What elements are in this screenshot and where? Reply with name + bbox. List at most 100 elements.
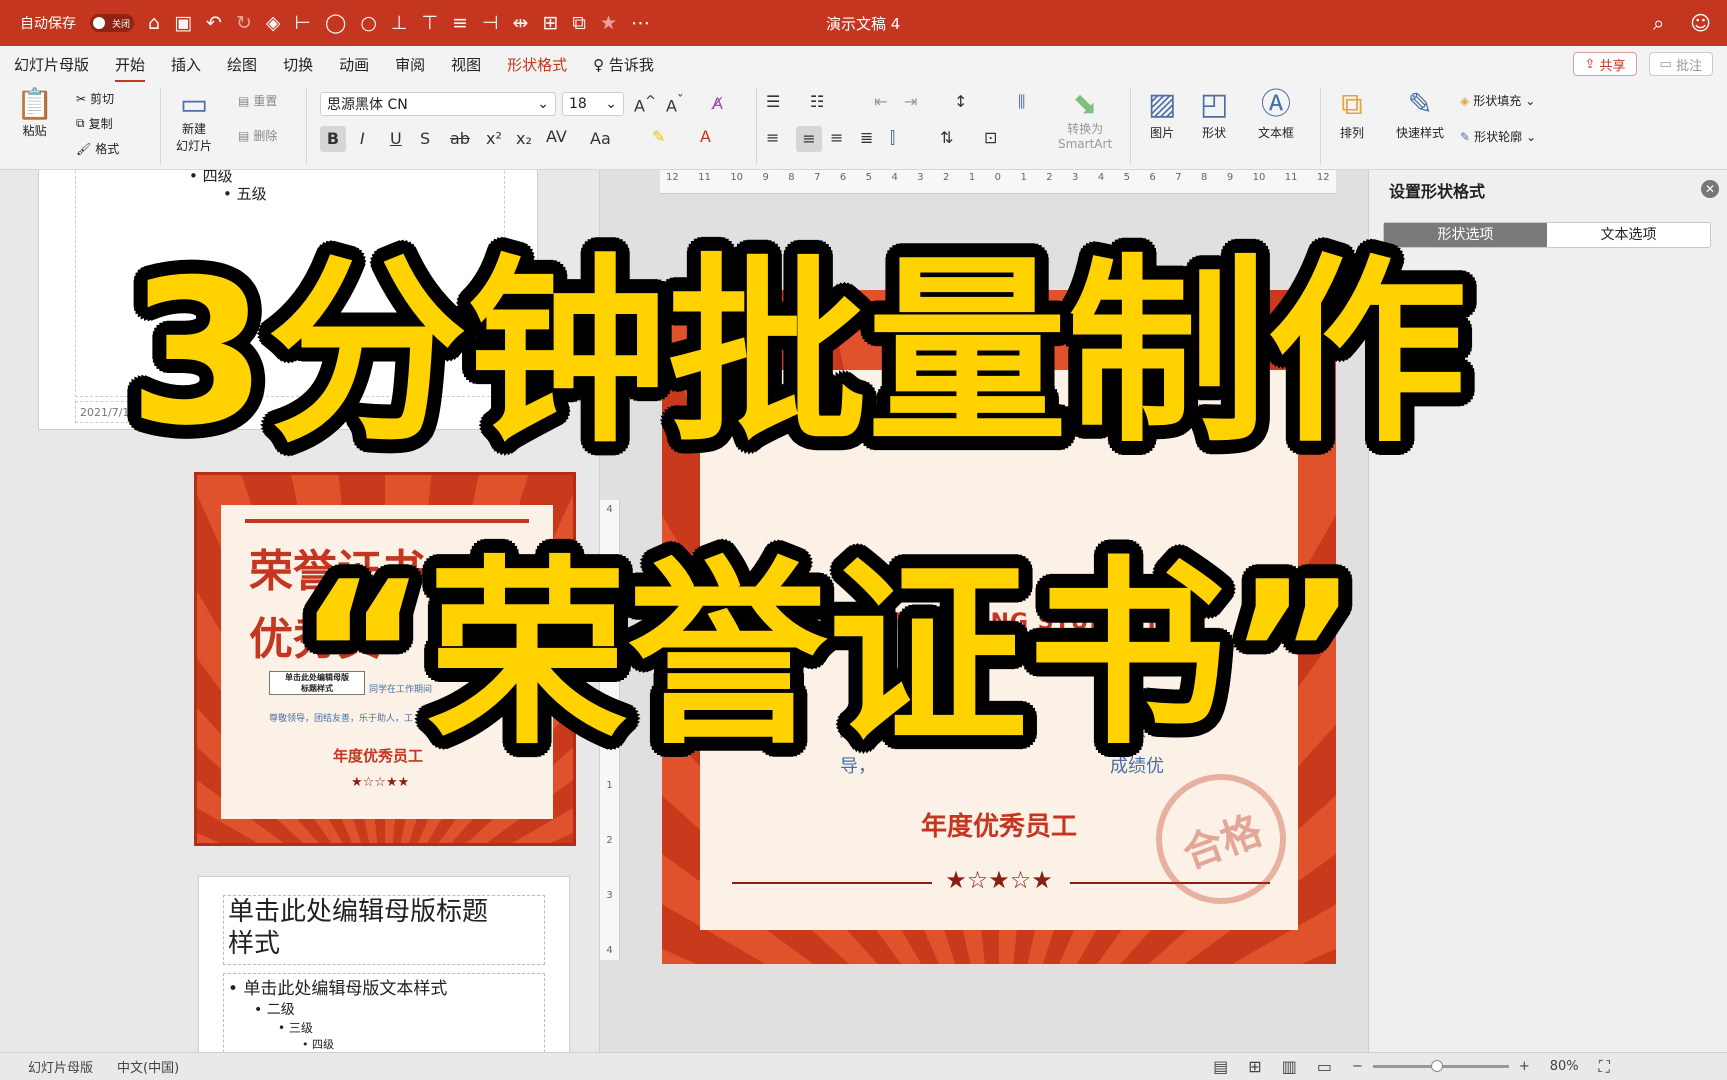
tab-text-options[interactable]: 文本选项	[1547, 223, 1710, 247]
line-spacing-icon[interactable]: ↕	[954, 92, 967, 111]
columns-icon[interactable]: ⫼	[1018, 92, 1025, 112]
shape-button[interactable]: ◰ 形状	[1200, 90, 1228, 141]
slide-sorter-icon[interactable]: ⊞	[1248, 1057, 1261, 1076]
align-left-text-icon[interactable]: ≡	[766, 128, 779, 147]
thumbnail-master[interactable]: 单击此处编辑母版标题 样式 • 单击此处编辑母版文本样式 • 二级 • 三级 •…	[198, 876, 570, 1052]
search-icon[interactable]: ⌕	[1653, 11, 1664, 35]
paste-label: 粘贴	[22, 124, 47, 138]
text-direction-icon[interactable]: ⇅	[940, 128, 953, 147]
char-spacing-icon[interactable]: AV	[546, 127, 567, 146]
arrange-icon[interactable]: ⧉	[572, 13, 586, 33]
smiley-icon[interactable]: ☺	[1690, 11, 1711, 35]
close-icon[interactable]: ✕	[1701, 180, 1719, 198]
zoom-out-icon[interactable]: −	[1352, 1059, 1363, 1074]
reading-view-icon[interactable]: ▥	[1282, 1057, 1297, 1076]
distributed-icon[interactable]: ⫿	[890, 128, 895, 148]
circle-icon[interactable]: ○	[360, 13, 377, 33]
autosave-toggle[interactable]: 关闭	[90, 14, 134, 32]
decrease-indent-icon[interactable]: ⇤	[874, 92, 887, 111]
shapes-icon[interactable]: ◈	[266, 13, 281, 33]
tell-me-label: 告诉我	[608, 55, 654, 74]
new-slide-icon: ▭	[179, 87, 209, 122]
group-icon[interactable]: ⊞	[542, 13, 558, 33]
new-slide-button[interactable]: ▭ 新建 幻灯片	[176, 90, 212, 154]
subscript-icon[interactable]: x₂	[516, 129, 532, 148]
arrange-button[interactable]: ⧉ 排列	[1340, 90, 1364, 141]
tab-draw[interactable]: 绘图	[227, 54, 257, 75]
font-name-select[interactable]: 思源黑体 CN ⌄	[320, 92, 556, 116]
textbox-button[interactable]: Ⓐ 文本框	[1258, 90, 1294, 141]
tab-slide-master[interactable]: 幻灯片母版	[14, 54, 89, 75]
shape-fill-button[interactable]: ◈ 形状填充 ⌄	[1460, 92, 1535, 109]
paste-button[interactable]: 📋 粘贴	[16, 90, 53, 139]
align-left-icon[interactable]: ⊢	[294, 13, 311, 33]
align-center-text-icon[interactable]: ≡	[796, 126, 822, 152]
quick-styles-button[interactable]: ✎ 快速样式	[1396, 90, 1444, 141]
change-case-icon[interactable]: Aa	[590, 129, 611, 148]
tab-transitions[interactable]: 切换	[283, 54, 313, 75]
copy-button[interactable]: ⧉ 复制	[76, 115, 113, 132]
zoom-level[interactable]: 80%	[1550, 1059, 1579, 1074]
align-right-icon[interactable]: ⊣	[482, 13, 499, 33]
ruler-tick: 8	[788, 172, 795, 183]
format-painter-button[interactable]: 🖌 格式	[76, 140, 119, 157]
font-color-icon[interactable]: A	[700, 127, 711, 146]
ribbon: 📋 粘贴 ✂ 剪切 ⧉ 复制 🖌 格式 ▭ 新建 幻灯片 ▤ 重置 ▤ 删除 思源黑体 C…	[0, 82, 1727, 170]
justify-icon[interactable]: ≣	[860, 128, 873, 147]
grow-font-icon[interactable]: A^	[634, 94, 656, 115]
strikethrough-icon[interactable]: ab	[450, 129, 470, 148]
picture-button[interactable]: ▨ 图片	[1148, 90, 1176, 141]
undo-icon[interactable]: ↶	[206, 13, 222, 33]
zoom-slider-thumb[interactable]	[1430, 1060, 1443, 1072]
bullets-icon[interactable]: ☰	[766, 92, 780, 111]
shadow-icon[interactable]: S	[420, 129, 430, 148]
comments-button[interactable]: ▭ 批注	[1648, 52, 1713, 76]
tab-animations[interactable]: 动画	[339, 54, 369, 75]
chevron-down-icon: ⌄	[537, 96, 549, 112]
circle-selected-icon[interactable]: ◯	[325, 13, 346, 33]
home-icon[interactable]: ⌂	[148, 13, 160, 33]
increase-indent-icon[interactable]: ⇥	[904, 92, 917, 111]
shrink-font-icon[interactable]: Aˇ	[666, 94, 684, 115]
tab-insert[interactable]: 插入	[171, 54, 201, 75]
share-button[interactable]: ⇪ 共享	[1573, 52, 1637, 76]
font-size-select[interactable]: 18 ⌄	[562, 92, 624, 116]
master-l3-label: 三级	[288, 1021, 313, 1035]
zoom-slider[interactable]	[1372, 1060, 1509, 1072]
convert-smartart-button[interactable]: ⬊ 转换为 SmartArt	[1058, 90, 1112, 152]
numbering-icon[interactable]: ☷	[810, 92, 824, 111]
align-right-text-icon[interactable]: ≡	[830, 128, 843, 147]
align-middle-icon[interactable]: ⇹	[513, 13, 529, 33]
tab-home[interactable]: 开始	[115, 54, 146, 83]
cut-label: 剪切	[90, 92, 115, 106]
highlight-icon[interactable]: ✎	[652, 127, 665, 146]
underline-icon[interactable]: U	[390, 129, 402, 148]
star-icon[interactable]: ★	[600, 13, 617, 33]
distribute-icon[interactable]: ≡	[452, 13, 468, 33]
align-bottom-icon[interactable]: ⊥	[391, 13, 408, 33]
textbox-icon: Ⓐ	[1261, 87, 1291, 122]
redo-icon[interactable]: ↻	[236, 13, 252, 33]
tab-shape-format[interactable]: 形状格式	[507, 54, 567, 75]
reset-button[interactable]: ▤ 重置	[238, 92, 277, 109]
tab-view[interactable]: 视图	[451, 54, 481, 75]
clear-format-icon[interactable]: A̸	[712, 94, 723, 113]
normal-view-icon[interactable]: ▤	[1213, 1057, 1228, 1076]
save-icon[interactable]: ▣	[174, 13, 192, 33]
slideshow-icon[interactable]: ▭	[1317, 1057, 1332, 1076]
tab-review[interactable]: 审阅	[395, 54, 425, 75]
horizontal-ruler[interactable]: 12 11 10 9 8 7 6 5 4 3 2 1 0 1 2 3 4 5 6 7 8 9 10 11 12	[660, 170, 1336, 194]
bold-icon[interactable]: B	[320, 126, 346, 152]
superscript-icon[interactable]: x²	[486, 129, 502, 148]
more-icon[interactable]: ⋯	[631, 13, 650, 33]
zoom-in-icon[interactable]: +	[1519, 1059, 1530, 1074]
align-text-icon[interactable]: ⊡	[984, 128, 997, 147]
tell-me[interactable]: ♀ 告诉我	[593, 54, 654, 75]
fit-slide-icon[interactable]: ⛶	[1599, 1057, 1610, 1077]
autosave-state: 关闭	[112, 19, 131, 30]
italic-icon[interactable]: I	[360, 129, 365, 148]
align-top-icon[interactable]: ⊤	[421, 13, 438, 33]
shape-outline-button[interactable]: ✎ 形状轮廓 ⌄	[1460, 128, 1536, 145]
delete-button[interactable]: ▤ 删除	[238, 127, 277, 144]
cut-button[interactable]: ✂ 剪切	[76, 90, 114, 107]
